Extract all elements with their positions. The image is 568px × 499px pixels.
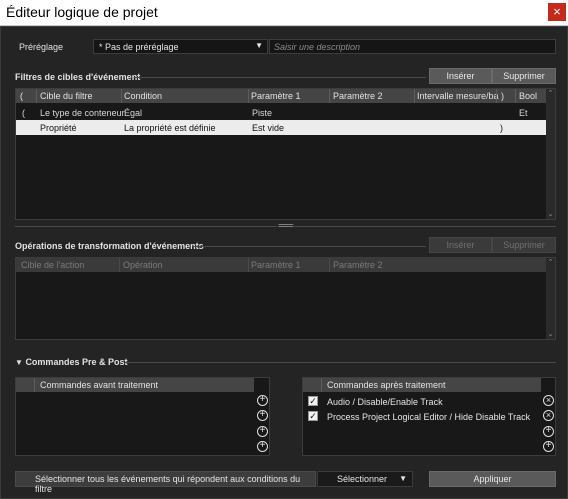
col-open-paren[interactable]: (: [20, 91, 23, 101]
add-circle-icon[interactable]: +: [543, 441, 554, 452]
filters-section-title: Filtres de cibles d'événement: [15, 72, 141, 82]
before-commands-header: Commandes avant traitement: [16, 378, 254, 392]
col-param2[interactable]: Paramètre 2: [333, 260, 383, 270]
preset-label: Préréglage: [19, 42, 64, 52]
close-icon: ×: [553, 4, 561, 19]
splitter-handle-icon[interactable]: ====: [278, 221, 294, 230]
add-circle-icon[interactable]: +: [257, 426, 268, 437]
scroll-down-icon[interactable]: ⌄: [546, 330, 555, 339]
table-row-selected[interactable]: Propriété La propriété est définie Est v…: [16, 120, 548, 135]
cell-condition: La propriété est définie: [124, 123, 216, 133]
operations-table: Cible de l'action Opération Paramètre 1 …: [15, 257, 556, 340]
col-param2[interactable]: Paramètre 2: [333, 91, 383, 101]
after-commands-title: Commandes après traitement: [327, 380, 446, 390]
filters-scrollbar[interactable]: ⌃ ⌄: [546, 89, 555, 219]
list-item[interactable]: ✓ Process Project Logical Editor / Hide …: [303, 409, 541, 424]
before-commands-list: Commandes avant traitement + + + +: [15, 377, 270, 456]
cell-param1: Piste: [252, 108, 273, 118]
title-bar: Éditeur logique de projet ×: [0, 0, 568, 26]
col-condition[interactable]: Condition: [124, 91, 162, 101]
after-commands-header: Commandes après traitement: [303, 378, 541, 392]
cell-target: Le type de conteneur: [40, 108, 125, 118]
after-commands-list: Commandes après traitement ✓ Audio / Dis…: [302, 377, 556, 456]
list-item[interactable]: ✓ Audio / Disable/Enable Track: [303, 394, 541, 409]
col-range[interactable]: Intervalle mesure/ba: [417, 91, 499, 101]
scroll-up-icon[interactable]: ⌃: [546, 258, 555, 267]
collapse-triangle-icon[interactable]: ▼: [15, 358, 23, 367]
filters-table: ( Cible du filtre Condition Paramètre 1 …: [15, 88, 556, 220]
remove-circle-icon[interactable]: ×: [543, 395, 554, 406]
chevron-down-icon: ▼: [399, 474, 407, 483]
col-action-target[interactable]: Cible de l'action: [21, 260, 84, 270]
add-circle-icon[interactable]: +: [257, 410, 268, 421]
filters-insert-button[interactable]: Insérer: [429, 68, 492, 84]
action-selected: Sélectionner: [337, 474, 388, 484]
prepost-title-text: Commandes Pre & Post: [25, 357, 128, 367]
operations-section-title: Opérations de transformation d'événement…: [15, 241, 204, 251]
editor-window: Préréglage * Pas de préréglage ▼ Saisir …: [0, 26, 568, 499]
window-title: Éditeur logique de projet: [6, 4, 158, 20]
filters-delete-button[interactable]: Supprimer: [492, 68, 556, 84]
cell-bool: Et: [519, 108, 528, 118]
remove-circle-icon[interactable]: ×: [543, 410, 554, 421]
command-label: Process Project Logical Editor / Hide Di…: [327, 412, 531, 422]
checkbox-checked-icon[interactable]: ✓: [308, 396, 318, 406]
description-input[interactable]: Saisir une description: [269, 39, 556, 54]
chevron-down-icon: ▼: [255, 41, 263, 50]
col-param1[interactable]: Paramètre 1: [251, 260, 301, 270]
col-bool[interactable]: Bool: [519, 91, 537, 101]
operations-scrollbar[interactable]: ⌃ ⌄: [546, 258, 555, 339]
scroll-down-icon[interactable]: ⌄: [546, 210, 555, 219]
col-filter-target[interactable]: Cible du filtre: [40, 91, 93, 101]
filters-table-header: ( Cible du filtre Condition Paramètre 1 …: [16, 89, 548, 103]
select-all-label: Sélectionner tous les événements qui rép…: [35, 474, 301, 494]
col-param1[interactable]: Paramètre 1: [251, 91, 301, 101]
preset-selected: * Pas de préréglage: [99, 42, 179, 52]
cell-condition: Égal: [124, 108, 143, 118]
apply-button[interactable]: Appliquer: [429, 471, 556, 487]
prepost-divider: [125, 362, 556, 363]
operations-table-header: Cible de l'action Opération Paramètre 1 …: [16, 258, 548, 272]
close-button[interactable]: ×: [548, 3, 566, 21]
filters-divider: [134, 77, 426, 78]
before-commands-title: Commandes avant traitement: [40, 380, 159, 390]
checkbox-checked-icon[interactable]: ✓: [308, 411, 318, 421]
prepost-section-title[interactable]: ▼ Commandes Pre & Post: [15, 357, 127, 367]
col-operation[interactable]: Opération: [123, 260, 163, 270]
command-label: Audio / Disable/Enable Track: [327, 397, 443, 407]
table-row[interactable]: ( Le type de conteneur Égal Piste Et: [16, 105, 548, 120]
preset-dropdown[interactable]: * Pas de préréglage ▼: [93, 39, 268, 54]
splitter-line-right: [294, 226, 556, 227]
add-circle-icon[interactable]: +: [543, 426, 554, 437]
add-circle-icon[interactable]: +: [257, 441, 268, 452]
select-all-label-box: Sélectionner tous les événements qui rép…: [15, 471, 316, 494]
scroll-up-icon[interactable]: ⌃: [546, 89, 555, 98]
cell-close: ): [500, 123, 503, 133]
action-dropdown[interactable]: Sélectionner ▼: [317, 471, 413, 487]
description-placeholder: Saisir une description: [274, 42, 361, 52]
splitter-line-left: [15, 226, 277, 227]
col-close-paren[interactable]: ): [501, 91, 504, 101]
operations-insert-button[interactable]: Insérer: [429, 237, 492, 253]
operations-divider: [192, 246, 426, 247]
cell-param1: Est vide: [252, 123, 285, 133]
operations-delete-button[interactable]: Supprimer: [492, 237, 556, 253]
cell-open: (: [22, 108, 25, 118]
cell-target: Propriété: [40, 123, 77, 133]
add-circle-icon[interactable]: +: [257, 395, 268, 406]
